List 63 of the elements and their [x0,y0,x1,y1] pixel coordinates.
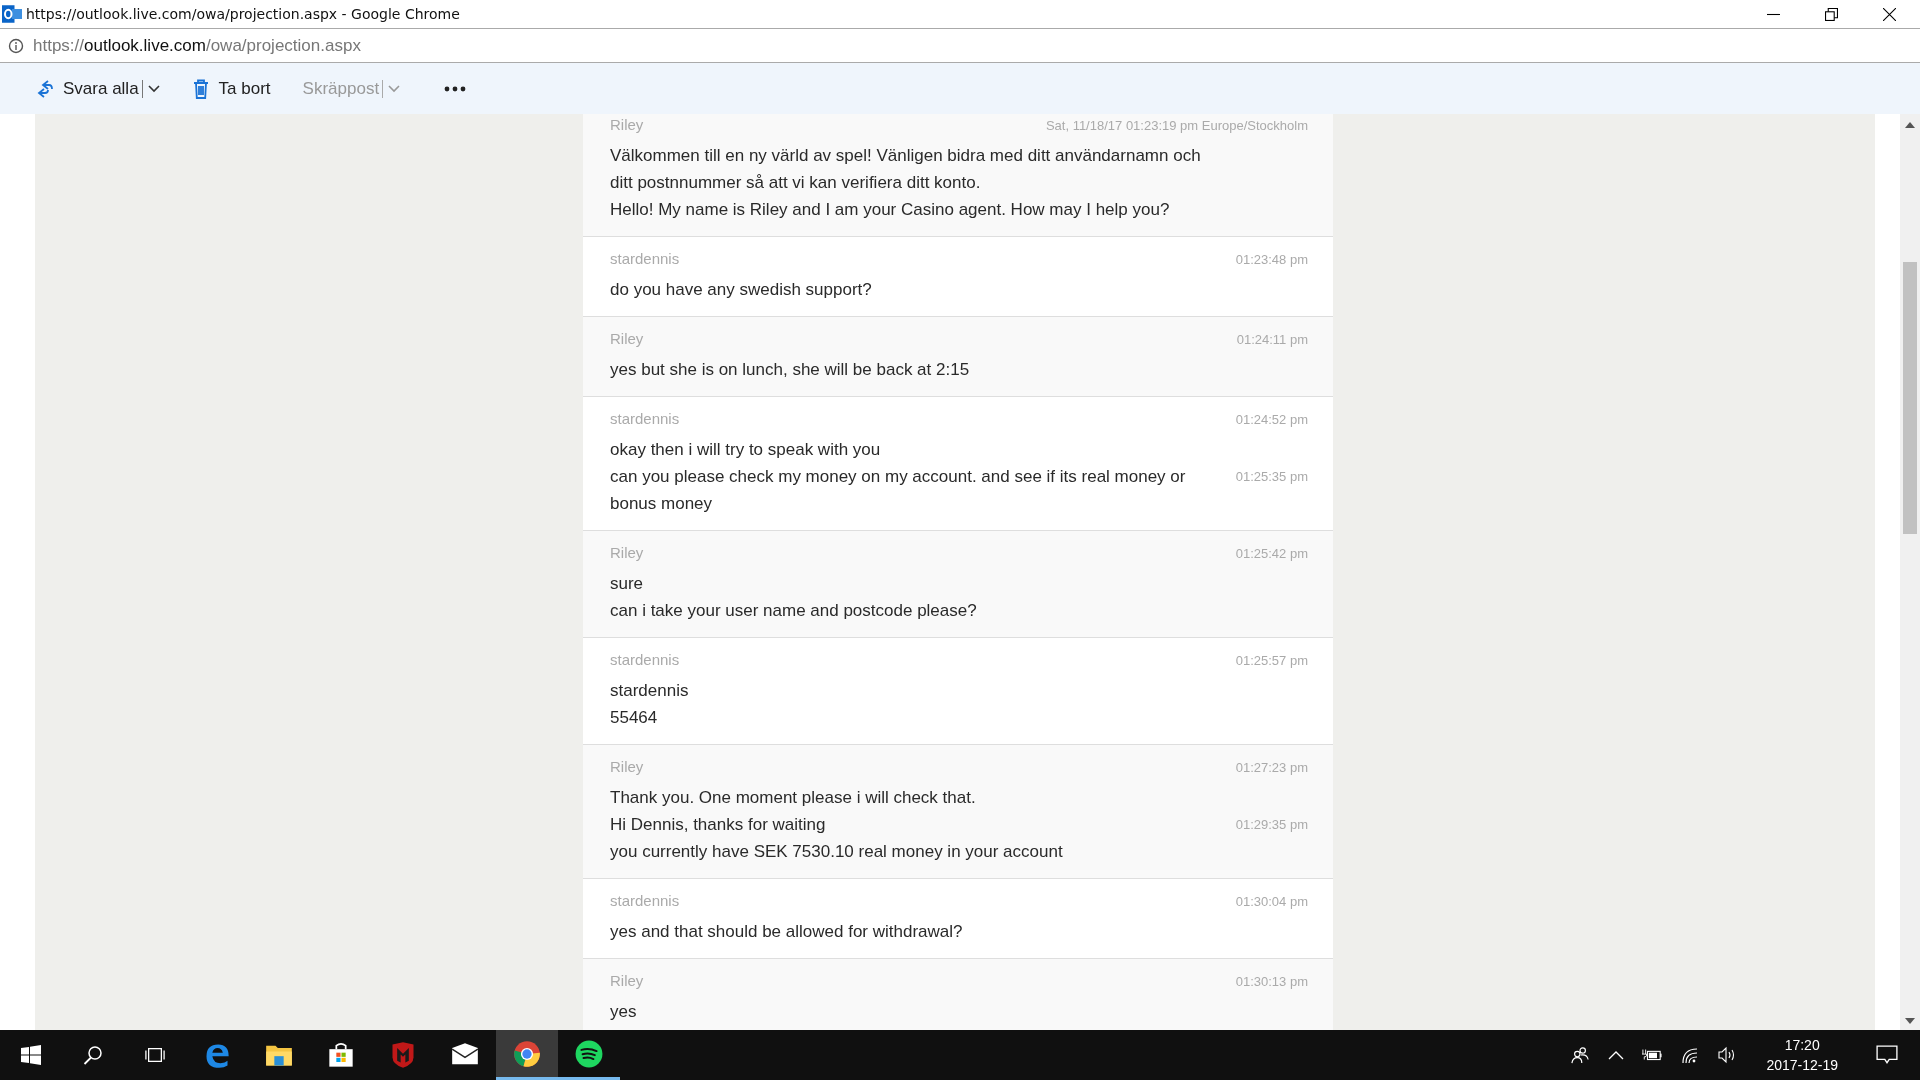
message-text: can i take your user name and postcode please? [610,600,977,622]
message-text: sure [610,573,644,595]
timestamp: 01:25:35 pm [1235,468,1308,486]
sender-name: Riley [610,758,644,775]
timestamp: 01:23:48 pm [1235,252,1308,267]
scroll-up-icon[interactable] [1905,122,1915,128]
timestamp: 01:25:42 pm [1235,546,1308,561]
message-text: do you have any swedish support? [610,279,872,301]
timestamp: 01:29:35 pm [1235,816,1308,834]
sender-name: stardennis [610,892,680,909]
sender-name: stardennis [610,250,680,267]
timestamp: 01:30:04 pm [1235,894,1308,909]
people-icon[interactable] [1570,1046,1591,1064]
delete-button[interactable]: Ta bort [189,74,273,103]
round-browser-icon [513,1039,541,1068]
trash-icon [191,78,210,99]
timestamp: 01:30:13 pm [1235,974,1308,989]
sender-name: Riley [610,972,644,989]
message-text: you currently have SEK 7530.10 real money in your account [610,841,1063,863]
message-text: Välkommen till en ny värld av spel! Vänligen bidra med ditt användarnamn och ditt postnnummer så att vi kan verifiera ditt konto. [610,145,1202,194]
timestamp: 01:24:52 pm [1235,412,1308,427]
message-text: stardennis [610,680,689,702]
windows-icon [21,1045,41,1065]
chevron-down-icon[interactable] [147,84,160,93]
shield-icon [389,1041,417,1069]
notification-icon[interactable] [1876,1045,1898,1065]
search-icon [83,1045,103,1065]
sender-name: Riley [610,544,644,561]
message-text: okay then i will try to speak with you [610,439,881,461]
clock-time[interactable]: 17:20 [1784,1035,1820,1055]
timestamp: 01:27:23 pm [1235,760,1308,775]
clock-date[interactable]: 2017-12-19 [1766,1055,1838,1075]
chevron-up-icon[interactable] [1608,1050,1625,1060]
close-icon[interactable] [1883,7,1896,21]
message-text: can you please check my money on my account. and see if its real money or bonus money [610,466,1187,515]
timestamp: Sat, 11/18/17 01:23:19 pm Europe/Stockholm [1045,118,1308,133]
chrome-taskbar-button[interactable] [496,1030,558,1080]
url-text[interactable]: https://outlook.live.com/owa/projection.aspx [33,35,361,56]
scroll-down-icon[interactable] [1905,1018,1915,1024]
reply-all-button[interactable]: Svara alla [34,74,162,103]
sound-waves-icon [575,1039,603,1068]
info-icon[interactable] [8,37,24,54]
more-icon [444,85,467,92]
task-view-icon [145,1045,165,1065]
message-text: yes [610,1001,637,1023]
message-text: Thank you. One moment please i will check that. [610,787,976,809]
message-text: yes but she is on lunch, she will be back at 2:15 [610,359,970,381]
message-text: 55464 [610,707,658,729]
restore-icon[interactable] [1825,7,1838,21]
message-text: yes and that should be allowed for withdrawal? [610,921,963,943]
sender-name: stardennis [610,410,680,427]
message-text: Hello! My name is Riley and I am your Casino agent. How may I help you? [610,199,1170,221]
timestamp: 01:25:57 pm [1235,653,1308,668]
window-title: https://outlook.live.com/owa/projection.aspx - Google Chrome [26,6,461,22]
sender-name: stardennis [610,651,680,668]
shopping-bag-icon [327,1041,355,1069]
scrollbar-thumb[interactable] [1903,262,1917,534]
scrollbar[interactable] [1900,114,1920,1030]
sender-name: Riley [610,116,644,133]
message-text: Hi Dennis, thanks for waiting [610,814,826,836]
reply-all-icon [36,78,54,99]
timestamp: 01:24:11 pm [1236,332,1308,347]
sender-name: Riley [610,330,644,347]
